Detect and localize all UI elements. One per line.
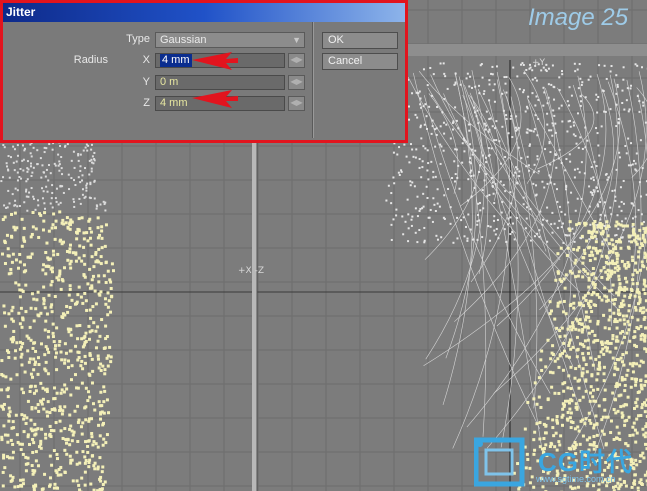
dialog-separator — [312, 22, 314, 138]
radius-y-stepper[interactable]: ◀▶ — [288, 75, 305, 90]
dialog-title: Jitter — [6, 5, 36, 19]
radius-x-value: 4 mm — [160, 54, 192, 67]
right-hair-strands — [385, 62, 647, 491]
type-value: Gaussian — [160, 34, 207, 46]
axis-label-top: +Y — [532, 58, 546, 68]
type-label: Type — [126, 33, 150, 45]
image-caption: Image 25 — [528, 4, 629, 31]
x-label: X — [142, 54, 150, 66]
axis-label-center: +X -Z — [238, 266, 264, 276]
dialog-titlebar[interactable]: Jitter — [3, 3, 405, 22]
radius-y-value: 0 m — [160, 76, 179, 88]
radius-z-stepper[interactable]: ◀▶ — [288, 96, 305, 111]
z-label: Z — [143, 97, 150, 109]
logo-mark-icon — [474, 437, 525, 487]
radius-z-value: 4 mm — [160, 97, 188, 109]
annotation-arrows — [192, 52, 238, 108]
ok-button[interactable]: OK — [322, 32, 398, 49]
y-label: Y — [142, 76, 150, 88]
cancel-button[interactable]: Cancel — [322, 53, 398, 70]
arrow-x-icon — [192, 52, 238, 70]
arrow-z-icon — [192, 90, 238, 108]
chevron-down-icon: ▼ — [292, 35, 301, 45]
logo-url: www.sgtime.com.cn — [536, 474, 616, 484]
radius-x-stepper[interactable]: ◀▶ — [288, 53, 305, 68]
type-dropdown[interactable]: Gaussian ▼ — [155, 32, 305, 48]
cg-logo: CG时代 www.sgtime.com.cn — [474, 436, 644, 488]
